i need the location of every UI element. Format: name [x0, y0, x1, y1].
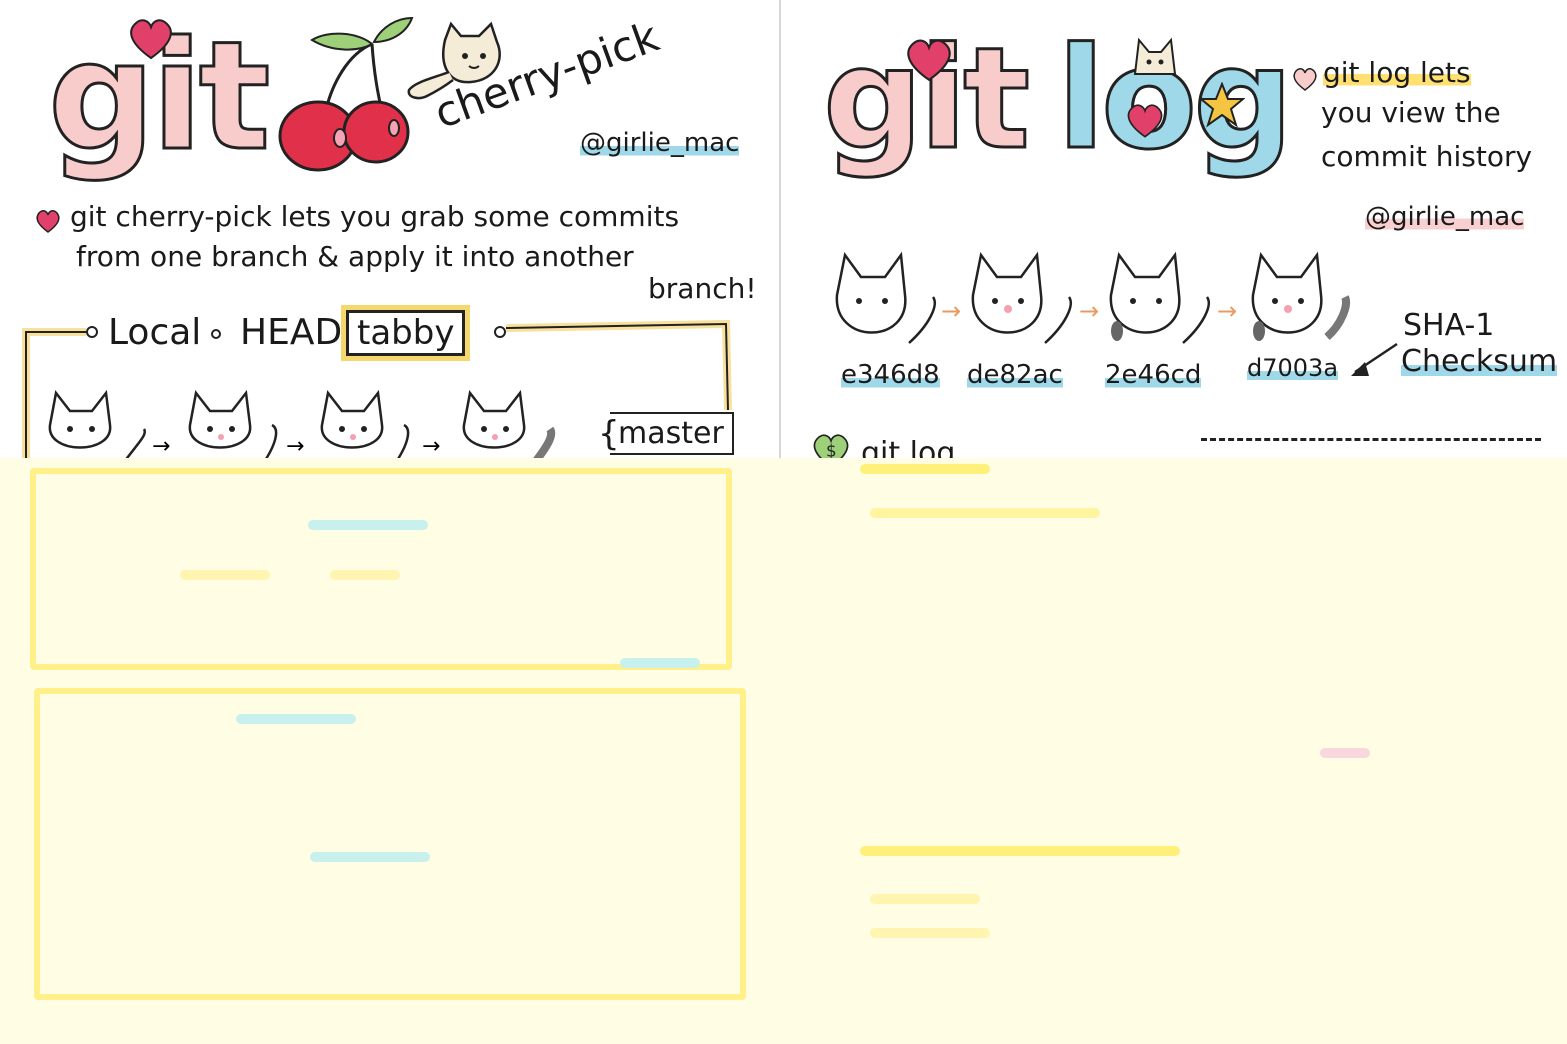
svg-text:→: → [941, 297, 961, 325]
faded-highlight [870, 894, 980, 904]
master-brace: { [598, 414, 620, 454]
cat-icon [188, 389, 278, 465]
svg-text:→: → [286, 434, 304, 459]
checksum-label-line-2: Checksum [1401, 344, 1558, 379]
svg-text:→: → [152, 434, 170, 459]
cat-peek-icon [1133, 37, 1177, 75]
master-label: master [610, 412, 734, 455]
heart-bullet-icon [36, 210, 60, 233]
cat-icon [971, 251, 1072, 344]
heart-icon [1127, 104, 1163, 138]
heart-icon [130, 19, 172, 60]
heart-icon [907, 39, 951, 82]
faded-highlight [620, 658, 700, 668]
faded-highlight [308, 520, 428, 530]
faded-lower-region [0, 458, 1567, 1044]
heart-bullet-icon [1293, 68, 1317, 91]
author-handle: @girlie_mac [580, 128, 740, 158]
author-handle: @girlie_mac [1365, 202, 1525, 232]
description-line-3: branch! [648, 272, 757, 305]
cat-icon [320, 389, 410, 465]
commit-cats-row: → → → [835, 251, 1350, 344]
local-label: Local [108, 312, 202, 353]
commit-hash-4: d7003a [1247, 354, 1339, 382]
branch-tag: tabby [346, 310, 466, 356]
cat-icon [835, 251, 936, 344]
head-label: HEAD [240, 312, 343, 353]
faded-branch-box-top [30, 468, 732, 670]
terminal-dash-line [1201, 438, 1541, 441]
log-description-line-1: git log lets [1323, 56, 1471, 89]
faded-highlight [310, 852, 430, 862]
cherries-icon [278, 16, 414, 172]
svg-text:→: → [1079, 297, 1099, 325]
svg-text:→: → [422, 434, 440, 459]
faded-highlight [860, 846, 1180, 856]
commit-cats-row: → → → [48, 389, 556, 465]
faded-highlight [236, 714, 356, 724]
cat-icon [462, 389, 556, 464]
faded-highlight [870, 928, 990, 938]
faded-highlight [330, 570, 400, 580]
svg-text:→: → [1217, 297, 1237, 325]
log-description-line-3: commit history [1321, 140, 1533, 173]
faded-highlight [1320, 748, 1370, 758]
faded-highlight [180, 570, 270, 580]
faded-highlight [870, 508, 1100, 518]
commit-hash-1: e346d8 [841, 360, 940, 390]
star-icon [1199, 82, 1245, 128]
cat-icon [1251, 251, 1350, 341]
faded-branch-box-bottom [34, 688, 746, 1000]
arrow-icon [1351, 342, 1398, 376]
description-line-1: git cherry-pick lets you grab some commi… [70, 200, 680, 233]
commit-hash-3: 2e46cd [1105, 360, 1202, 390]
commit-hash-2: de82ac [967, 360, 1063, 390]
description-line-2: from one branch & apply it into another [76, 240, 634, 273]
log-description-line-2: you view the [1321, 96, 1501, 129]
cat-icon [1109, 251, 1210, 344]
cat-icon [48, 389, 147, 465]
faded-highlight [860, 464, 990, 474]
checksum-label-line-1: SHA-1 [1403, 308, 1495, 343]
